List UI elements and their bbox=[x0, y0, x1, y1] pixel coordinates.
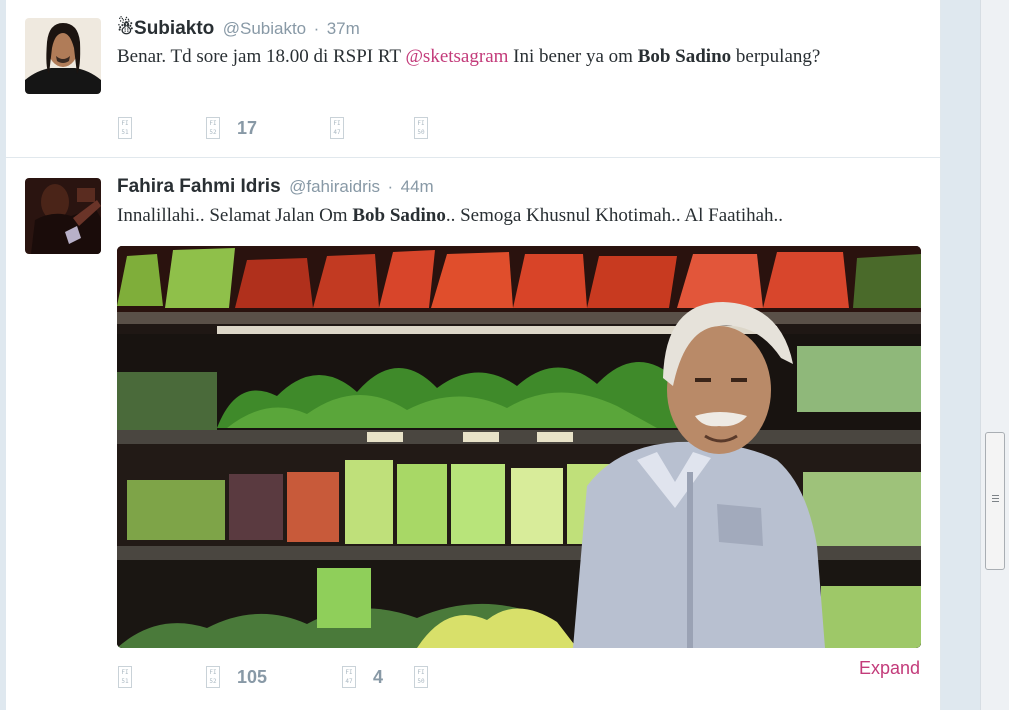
retweet-count: 17 bbox=[237, 117, 258, 138]
tweet-text-part: berpulang? bbox=[731, 46, 821, 67]
expand-link[interactable]: Expand bbox=[859, 658, 920, 679]
fullname-link[interactable]: ☃Subiakto bbox=[117, 18, 214, 39]
tweet[interactable]: Fahira Fahmi Idris @fahiraidris · 44m In… bbox=[6, 158, 940, 710]
retweet-icon: FI 52 bbox=[206, 117, 220, 139]
tweet-header: Fahira Fahmi Idris @fahiraidris · 44m bbox=[117, 176, 434, 200]
retweet-button[interactable]: FI 52 105 bbox=[206, 662, 267, 692]
scrollbar-thumb[interactable] bbox=[985, 432, 1005, 570]
more-icon: FI 50 bbox=[414, 666, 428, 688]
tweet-text: Innalillahi.. Selamat Jalan Om Bob Sadin… bbox=[117, 201, 927, 230]
more-button[interactable]: FI 50 bbox=[414, 113, 428, 143]
tweet-text-part: Ini bener ya om bbox=[508, 46, 638, 67]
tweet-text-part: .. Semoga Khusnul Khotimah.. Al Faatihah… bbox=[445, 205, 784, 226]
favorite-icon: FI 47 bbox=[330, 117, 344, 139]
tweet-header: ☃Subiakto @Subiakto · 37m bbox=[117, 17, 360, 41]
timeline: ☃Subiakto @Subiakto · 37m Benar. Td sore… bbox=[6, 0, 941, 710]
separator-dot: · bbox=[313, 19, 320, 38]
vertical-scrollbar[interactable] bbox=[980, 0, 1009, 710]
reply-button[interactable]: FI 51 bbox=[118, 113, 132, 143]
fullname-link[interactable]: Fahira Fahmi Idris bbox=[117, 176, 281, 197]
favorite-count: 4 bbox=[373, 666, 384, 687]
username-link[interactable]: @fahiraidris bbox=[289, 177, 380, 196]
mention-link[interactable]: @sketsagram bbox=[405, 46, 508, 67]
favorite-button[interactable]: FI 47 4 bbox=[342, 662, 383, 692]
favorite-icon: FI 47 bbox=[342, 666, 356, 688]
timestamp-link[interactable]: 44m bbox=[401, 177, 434, 196]
tweet-text-part: Innalillahi.. Selamat Jalan Om bbox=[117, 205, 353, 226]
favorite-button[interactable]: FI 47 bbox=[330, 113, 344, 143]
timestamp-link[interactable]: 37m bbox=[327, 19, 360, 38]
reply-icon: FI 51 bbox=[118, 117, 132, 139]
tweet-photo[interactable] bbox=[117, 246, 921, 648]
avatar[interactable] bbox=[25, 18, 101, 94]
side-panel-edge bbox=[1009, 0, 1024, 710]
avatar[interactable] bbox=[25, 178, 101, 254]
separator-dot: · bbox=[387, 177, 394, 196]
reply-icon: FI 51 bbox=[118, 666, 132, 688]
grip-icon bbox=[992, 495, 999, 504]
tweet-text: Benar. Td sore jam 18.00 di RSPI RT @ske… bbox=[117, 42, 927, 71]
tweet-text-part: Benar. Td sore jam 18.00 di RSPI RT bbox=[117, 46, 406, 67]
tweet[interactable]: ☃Subiakto @Subiakto · 37m Benar. Td sore… bbox=[6, 0, 940, 158]
more-icon: FI 50 bbox=[414, 117, 428, 139]
username-link[interactable]: @Subiakto bbox=[223, 19, 306, 38]
highlighted-name: Bob Sadino bbox=[637, 46, 732, 67]
reply-button[interactable]: FI 51 bbox=[118, 662, 132, 692]
more-button[interactable]: FI 50 bbox=[414, 662, 428, 692]
retweet-button[interactable]: FI 52 17 bbox=[206, 113, 257, 143]
highlighted-name: Bob Sadino bbox=[352, 205, 446, 226]
retweet-icon: FI 52 bbox=[206, 666, 220, 688]
retweet-count: 105 bbox=[237, 666, 268, 687]
